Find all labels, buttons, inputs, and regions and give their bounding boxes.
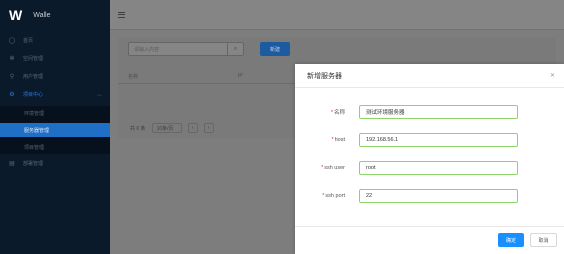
sidebar-item-env[interactable]: 环境管理 xyxy=(0,106,110,120)
topbar xyxy=(110,0,564,30)
dialog-body: *名称 测试环境服务器 *host 192.168.56.1 *ssh user… xyxy=(295,88,564,228)
dialog-footer: 确定 取消 xyxy=(295,226,564,254)
column-header-ip: IP xyxy=(238,73,243,79)
search-input[interactable]: 请输入内容 ⌕ xyxy=(128,42,244,56)
brand: W Walle xyxy=(0,0,110,30)
app-name: Walle xyxy=(33,11,51,19)
ssh-port-value: 22 xyxy=(366,193,373,199)
host-value: 192.168.56.1 xyxy=(366,137,399,143)
sidebar-item-home[interactable]: ◯ 首页 xyxy=(0,34,110,47)
sidebar-item-project-center[interactable]: ⚙ 项目中心 ︿ xyxy=(0,88,110,101)
field-label-host: *host xyxy=(331,137,345,143)
sidebar-item-label: 项目管理 xyxy=(24,144,45,151)
cancel-button-label: 取消 xyxy=(538,237,549,244)
column-header-name: 名称 xyxy=(128,74,139,80)
sidebar-nav: ◯ 首页 ✻ 空间管理 ⚲ 用户管理 ⚙ 项目中心 ︿ 环境管理 服务器管理 项… xyxy=(0,34,110,170)
home-icon: ◯ xyxy=(8,37,16,44)
dialog-header: 新增服务器 ✕ xyxy=(295,64,564,88)
name-field[interactable]: 测试环境服务器 xyxy=(359,105,518,119)
form-row-ssh-user: *ssh user root xyxy=(295,161,564,175)
sidebar-item-label: 用户管理 xyxy=(23,74,44,80)
gear-icon: ✻ xyxy=(9,55,15,62)
page-size-value: 10条/页 xyxy=(156,125,174,132)
field-label-ssh-user: *ssh user xyxy=(321,165,345,171)
field-label-ssh-port: *ssh port xyxy=(322,193,345,199)
settings-icon: ⚙ xyxy=(9,91,15,98)
add-button-label: 新建 xyxy=(269,46,280,53)
pagination-total: 共 0 条 xyxy=(130,125,146,132)
prev-page-icon[interactable]: ‹ xyxy=(187,123,198,133)
host-field[interactable]: 192.168.56.1 xyxy=(359,133,518,147)
form-row-host: *host 192.168.56.1 xyxy=(295,133,564,147)
sidebar-item-label: 环境管理 xyxy=(24,110,45,117)
search-icon[interactable]: ⌕ xyxy=(227,43,243,55)
confirm-button[interactable]: 确定 xyxy=(498,233,524,247)
sidebar: W Walle ◯ 首页 ✻ 空间管理 ⚲ 用户管理 ⚙ 项目中心 ︿ 环境管理… xyxy=(0,0,110,254)
name-value: 测试环境服务器 xyxy=(366,110,405,116)
sidebar-item-label: 服务器管理 xyxy=(24,127,50,134)
sidebar-item-projects[interactable]: 项目管理 xyxy=(0,140,110,154)
page-size-select[interactable]: 10条/页 xyxy=(151,123,182,133)
field-label-name: *名称 xyxy=(330,110,345,116)
ssh-port-field[interactable]: 22 xyxy=(359,189,518,203)
sidebar-item-label: 部署管理 xyxy=(23,161,44,167)
ssh-user-value: root xyxy=(366,165,376,171)
add-server-dialog: 新增服务器 ✕ *名称 测试环境服务器 *host 192.168.56.1 *… xyxy=(295,64,564,254)
next-page-icon[interactable]: › xyxy=(203,123,214,133)
dialog-title: 新增服务器 xyxy=(307,72,342,80)
add-server-button[interactable]: 新建 xyxy=(260,42,290,56)
sidebar-item-deploy[interactable]: ▤ 部署管理 xyxy=(0,157,110,170)
user-icon: ⚲ xyxy=(9,73,15,80)
ssh-user-field[interactable]: root xyxy=(359,161,518,175)
cancel-button[interactable]: 取消 xyxy=(530,233,557,247)
sidebar-submenu: 环境管理 服务器管理 项目管理 xyxy=(0,106,110,154)
close-icon[interactable]: ✕ xyxy=(550,72,555,79)
confirm-button-label: 确定 xyxy=(505,237,516,244)
search-placeholder: 请输入内容 xyxy=(134,46,160,53)
form-row-name: *名称 测试环境服务器 xyxy=(295,105,564,119)
menu-toggle-icon[interactable] xyxy=(118,11,125,18)
form-row-ssh-port: *ssh port 22 xyxy=(295,189,564,203)
sidebar-item-label: 空间管理 xyxy=(23,56,44,62)
deploy-icon: ▤ xyxy=(9,160,15,167)
chevron-up-icon: ︿ xyxy=(96,92,102,98)
sidebar-item-users[interactable]: ⚲ 用户管理 xyxy=(0,70,110,83)
pagination: 共 0 条 10条/页 ‹ › xyxy=(130,123,214,133)
walle-logo: W xyxy=(9,7,22,23)
sidebar-item-space[interactable]: ✻ 空间管理 xyxy=(0,52,110,65)
sidebar-item-servers[interactable]: 服务器管理 xyxy=(0,123,110,137)
sidebar-item-label: 首页 xyxy=(23,38,34,44)
sidebar-item-label: 项目中心 xyxy=(23,92,44,98)
